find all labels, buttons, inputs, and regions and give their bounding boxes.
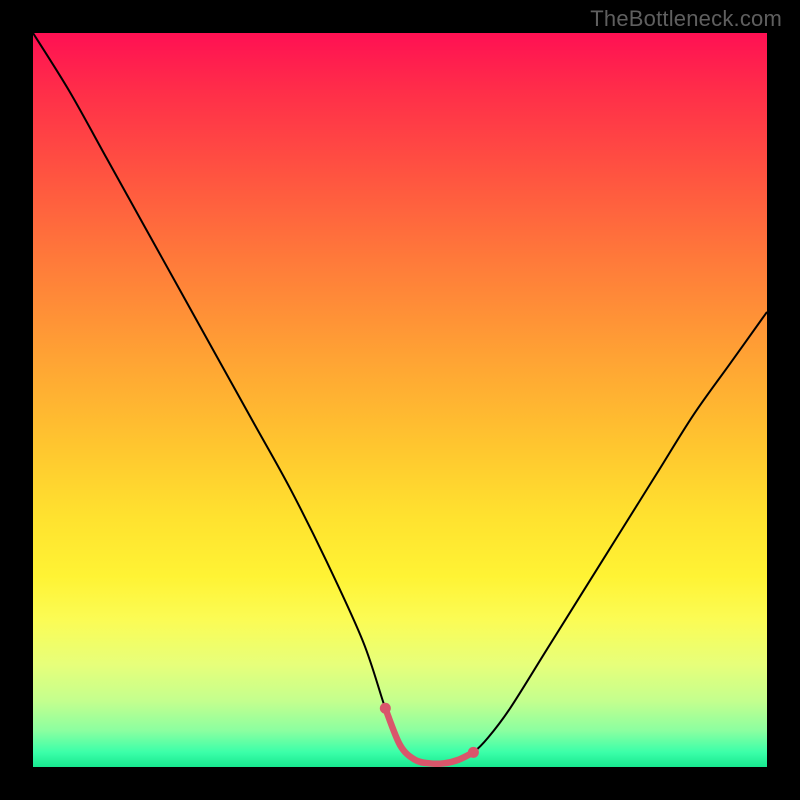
- optimal-range-line: [385, 708, 473, 764]
- bottleneck-curve-line: [33, 33, 767, 764]
- optimal-range-endpoint-dot: [468, 747, 479, 758]
- curve-svg: [33, 33, 767, 767]
- plot-area: [33, 33, 767, 767]
- chart-frame: TheBottleneck.com: [0, 0, 800, 800]
- optimal-range-endpoint-dot: [380, 703, 391, 714]
- watermark-text: TheBottleneck.com: [590, 6, 782, 32]
